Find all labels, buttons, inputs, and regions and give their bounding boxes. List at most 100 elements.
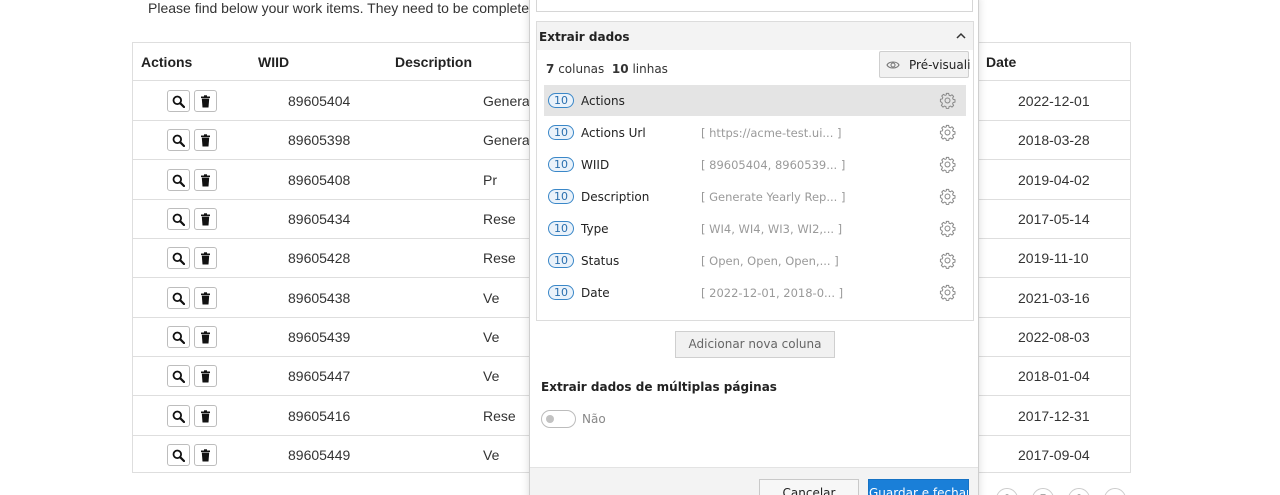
search-button[interactable]: [167, 287, 190, 309]
chevron-up-icon[interactable]: [955, 30, 967, 42]
trash-icon: [201, 448, 210, 461]
count-badge: 10: [548, 125, 574, 140]
column-row-wiid[interactable]: 10 WIID [ 89605404, 8960539... ]: [544, 149, 966, 180]
search-icon: [172, 449, 185, 462]
multi-page-toggle[interactable]: [541, 410, 576, 428]
gear-icon[interactable]: [939, 188, 956, 205]
count-badge: 10: [548, 253, 574, 268]
count-badge: 10: [548, 93, 574, 108]
wiid-cell: 89605404: [288, 93, 351, 109]
trash-icon: [201, 212, 210, 225]
date-cell: 2021-03-16: [1018, 290, 1090, 306]
column-row-status[interactable]: 10 Status [ Open, Open, Open,... ]: [544, 245, 966, 276]
extract-data-dialog: Extrair dados 7 colunas 10 linhas Pré-vi…: [529, 0, 979, 495]
delete-button[interactable]: [194, 405, 217, 427]
wiid-cell: 89605398: [288, 132, 351, 148]
count-badge: 10: [548, 157, 574, 172]
search-button[interactable]: [167, 169, 190, 191]
search-button[interactable]: [167, 326, 190, 348]
search-button[interactable]: [167, 247, 190, 269]
date-cell: 2022-12-01: [1018, 93, 1090, 109]
wiid-cell: 89605408: [288, 172, 351, 188]
search-icon: [172, 331, 185, 344]
header-wiid: WIID: [258, 54, 290, 70]
description-cell: Genera: [483, 132, 530, 148]
count-badge: 10: [548, 285, 574, 300]
top-field[interactable]: [536, 0, 973, 12]
gear-icon[interactable]: [939, 156, 956, 173]
column-row-description[interactable]: 10 Description [ Generate Yearly Rep... ]: [544, 181, 966, 212]
preview-button[interactable]: Pré-visuali: [879, 51, 971, 78]
column-preview: [ WI4, WI4, WI3, WI2,... ]: [701, 222, 843, 236]
column-row-actions-url[interactable]: 10 Actions Url [ https://acme-test.ui... ]: [544, 117, 966, 148]
trash-icon: [201, 291, 210, 304]
description-cell: Ve: [483, 290, 500, 306]
section-title: Extrair dados: [539, 30, 630, 44]
delete-button[interactable]: [194, 365, 217, 387]
search-button[interactable]: [167, 365, 190, 387]
save-and-close-button[interactable]: Guardar e fechar: [868, 479, 969, 495]
add-column-button[interactable]: Adicionar nova coluna: [675, 331, 835, 358]
search-icon: [172, 252, 185, 265]
description-cell: Ve: [483, 329, 500, 345]
column-name: Description: [581, 190, 650, 204]
column-preview: [ Generate Yearly Rep... ]: [701, 190, 846, 204]
search-button[interactable]: [167, 129, 190, 151]
multi-page-label: Extrair dados de múltiplas páginas: [541, 380, 777, 394]
wiid-cell: 89605416: [288, 408, 351, 424]
gear-icon[interactable]: [939, 284, 956, 301]
section-header[interactable]: Extrair dados: [537, 22, 973, 50]
extract-data-section: Extrair dados 7 colunas 10 linhas Pré-vi…: [536, 21, 974, 321]
wiid-cell: 89605438: [288, 290, 351, 306]
date-cell: 2017-09-04: [1018, 447, 1090, 463]
description-cell: Rese: [483, 408, 516, 424]
date-cell: 2017-05-14: [1018, 211, 1090, 227]
pager-button[interactable]: 7: [1032, 488, 1054, 495]
search-button[interactable]: [167, 208, 190, 230]
pager-button[interactable]: 8: [996, 488, 1018, 495]
delete-button[interactable]: [194, 326, 217, 348]
header-description: Description: [395, 54, 473, 70]
trash-icon: [201, 251, 210, 264]
gear-icon[interactable]: [939, 92, 956, 109]
count-badge: 10: [548, 221, 574, 236]
search-icon: [172, 134, 185, 147]
rows-count: 10: [611, 62, 629, 76]
column-preview: [ 89605404, 8960539... ]: [701, 158, 846, 172]
date-cell: 2018-01-04: [1018, 368, 1090, 384]
cancel-button[interactable]: Cancelar: [759, 479, 859, 495]
gear-icon[interactable]: [939, 252, 956, 269]
wiid-cell: 89605447: [288, 368, 351, 384]
description-cell: Genera: [483, 93, 530, 109]
gear-icon[interactable]: [939, 124, 956, 141]
pager-button[interactable]: ...: [1104, 488, 1126, 495]
column-row-date[interactable]: 10 Date [ 2022-12-01, 2018-0... ]: [544, 277, 966, 308]
trash-icon: [201, 409, 210, 422]
delete-button[interactable]: [194, 247, 217, 269]
pager-button[interactable]: 8: [1068, 488, 1090, 495]
date-cell: 2022-08-03: [1018, 329, 1090, 345]
search-button[interactable]: [167, 90, 190, 112]
delete-button[interactable]: [194, 287, 217, 309]
column-preview: [ https://acme-test.ui... ]: [701, 126, 842, 140]
trash-icon: [201, 94, 210, 107]
gear-icon[interactable]: [939, 220, 956, 237]
wiid-cell: 89605439: [288, 329, 351, 345]
column-row-actions[interactable]: 10 Actions: [544, 85, 966, 116]
preview-label: Pré-visuali: [909, 58, 971, 72]
header-date: Date: [986, 54, 1017, 70]
delete-button[interactable]: [194, 90, 217, 112]
column-name: WIID: [581, 158, 610, 172]
column-name: Type: [581, 222, 609, 236]
column-row-type[interactable]: 10 Type [ WI4, WI4, WI3, WI2,... ]: [544, 213, 966, 244]
delete-button[interactable]: [194, 169, 217, 191]
search-button[interactable]: [167, 444, 190, 466]
delete-button[interactable]: [194, 208, 217, 230]
search-button[interactable]: [167, 405, 190, 427]
toggle-knob: [546, 415, 554, 423]
delete-button[interactable]: [194, 444, 217, 466]
wiid-cell: 89605434: [288, 211, 351, 227]
trash-icon: [201, 133, 210, 146]
delete-button[interactable]: [194, 129, 217, 151]
column-preview: [ 2022-12-01, 2018-0... ]: [701, 286, 844, 300]
